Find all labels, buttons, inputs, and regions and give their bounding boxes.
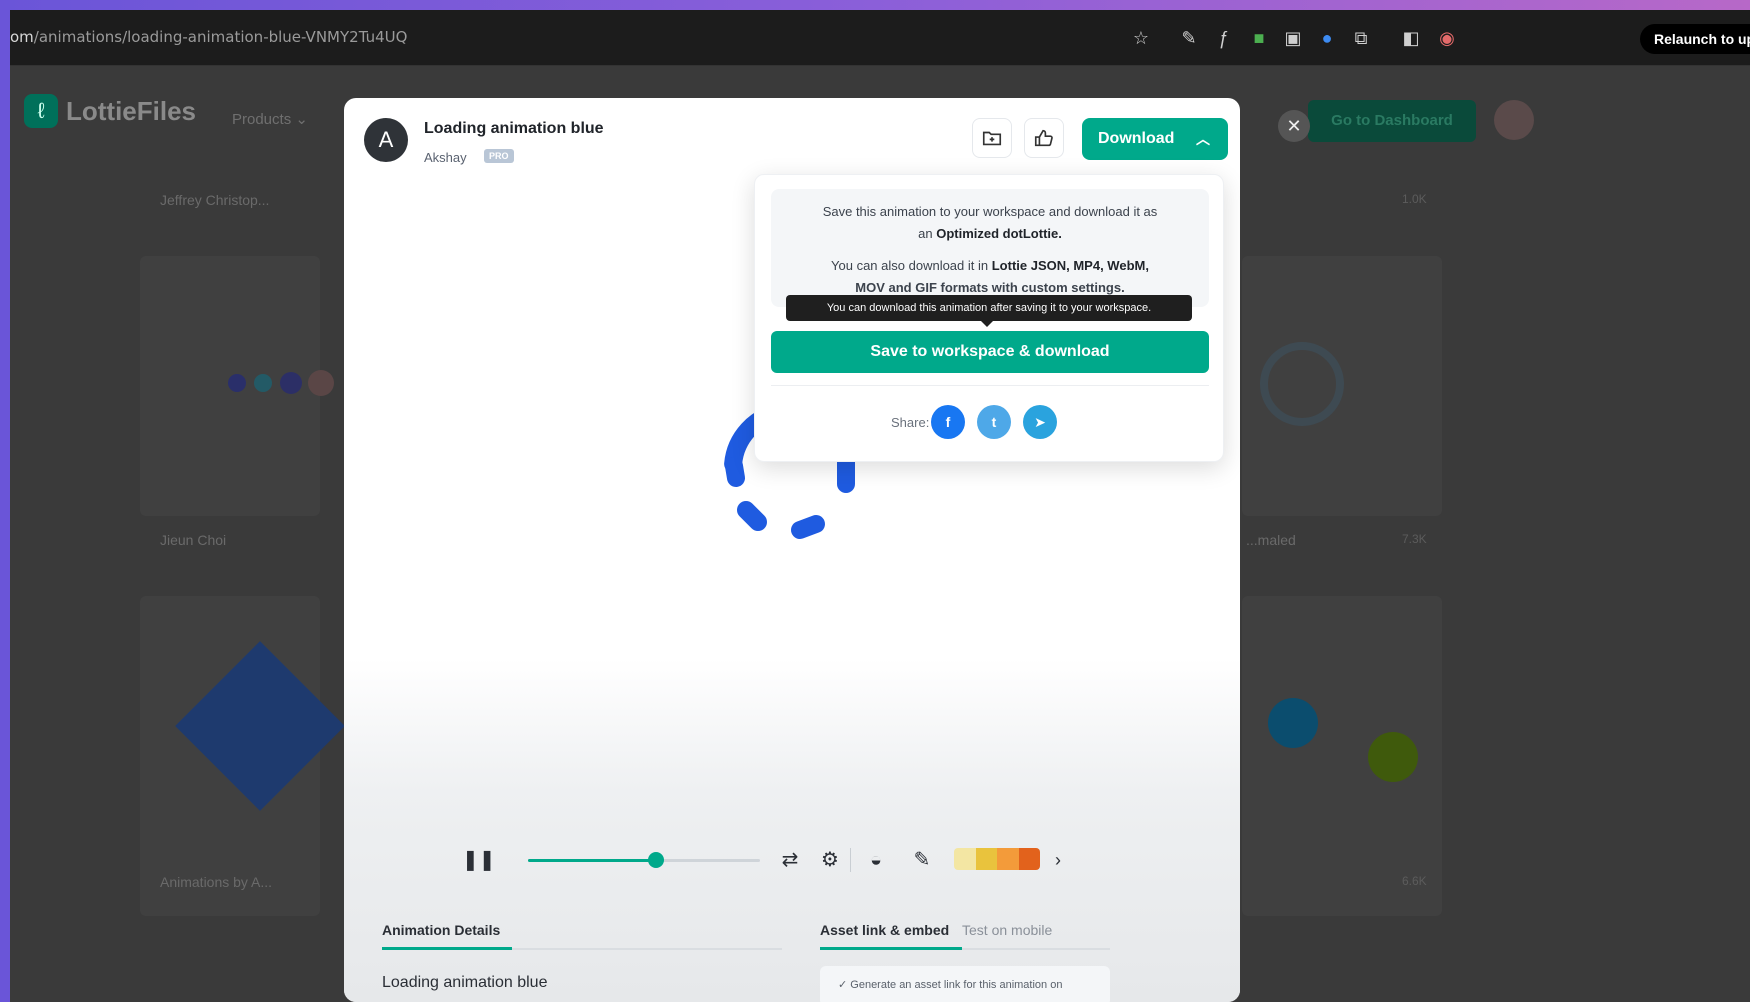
sidebar-toggle-icon[interactable]: ◧ [1400, 27, 1422, 49]
divider [850, 848, 851, 872]
divider [771, 385, 1209, 386]
download-label: Download [1098, 130, 1175, 147]
asset-link-note: ✓ Generate an asset link for this animat… [820, 966, 1110, 1002]
info-line-3-prefix: You can also download it in [831, 258, 992, 273]
nav-products[interactable]: Products ⌄ [232, 110, 308, 128]
like-button[interactable] [1024, 118, 1064, 158]
puzzle-extensions-icon[interactable]: ⧉ [1350, 27, 1372, 49]
user-avatar[interactable] [1494, 100, 1534, 140]
close-modal-button[interactable]: ✕ [1278, 110, 1310, 142]
formula-extension-icon[interactable]: ƒ [1212, 27, 1234, 49]
edit-icon[interactable]: ✎ [908, 846, 936, 874]
bookmark-star-icon[interactable]: ☆ [1130, 27, 1152, 49]
bg-card-stat: 6.6K [1402, 874, 1427, 888]
info-line-2-bold: Optimized dotLottie. [936, 226, 1062, 241]
details-animation-title: Loading animation blue [382, 974, 548, 991]
save-tooltip: You can download this animation after sa… [786, 295, 1192, 327]
bg-card-stat: 7.3K [1402, 532, 1427, 546]
tab-test-on-mobile[interactable]: Test on mobile [962, 922, 1052, 938]
nav-products-label: Products [232, 111, 292, 128]
bg-card-stat: 1.0K [1402, 192, 1427, 206]
address-bar[interactable]: om/animations/loading-animation-blue-VNM… [10, 28, 407, 46]
info-line-3: You can also download it in Lottie JSON,… [785, 255, 1195, 277]
color-swatch[interactable] [1018, 848, 1040, 870]
author-avatar[interactable]: A [364, 118, 408, 162]
loader-segment [737, 501, 767, 531]
info-line-2: an Optimized dotLottie. [785, 223, 1195, 245]
profile-avatar-icon[interactable]: ◉ [1436, 27, 1458, 49]
color-swatch[interactable] [954, 848, 976, 870]
save-to-workspace-download-button[interactable]: Save to workspace & download [771, 331, 1209, 373]
thumbs-up-icon [1034, 129, 1053, 147]
preview-fade [344, 658, 1240, 1002]
twitter-share-icon[interactable]: t [977, 405, 1011, 439]
browser-toolbar: om/animations/loading-animation-blue-VNM… [10, 10, 1750, 66]
pause-icon[interactable]: ❚❚ [462, 846, 496, 874]
bg-dot [308, 370, 334, 396]
telegram-share-icon[interactable]: ➤ [1023, 405, 1057, 439]
background-color-icon[interactable]: ◒ [862, 846, 890, 874]
url-path: /animations/loading-animation-blue-VNMY2… [33, 28, 408, 46]
url-prefix: om [10, 28, 34, 46]
assistant-extension-icon[interactable]: ● [1316, 27, 1338, 49]
pro-badge: PRO [484, 149, 514, 163]
tab-active-indicator [382, 947, 512, 950]
facebook-share-icon[interactable]: f [931, 405, 965, 439]
chevron-right-icon[interactable]: › [1044, 846, 1072, 874]
bg-dot [254, 374, 272, 392]
playback-progress [528, 859, 656, 862]
chevron-up-icon: ︿ [1196, 131, 1210, 147]
loader-arc-left [725, 457, 745, 487]
animation-modal: A Loading animation blue Akshay PRO Down… [344, 98, 1240, 1002]
color-palette[interactable] [954, 848, 1040, 870]
bg-dot [280, 372, 302, 394]
go-to-dashboard-button[interactable]: Go to Dashboard [1308, 100, 1476, 142]
screen: om/animations/loading-animation-blue-VNM… [10, 10, 1750, 1002]
bg-dot [228, 374, 246, 392]
bg-card-author: Jieun Choi [160, 532, 227, 548]
bg-ring [1260, 342, 1344, 426]
save-to-folder-button[interactable] [972, 118, 1012, 158]
animation-title: Loading animation blue [424, 120, 604, 137]
share-label: Share: [891, 415, 930, 430]
tab-asset-link-embed[interactable]: Asset link & embed [820, 922, 949, 938]
shield-extension-icon[interactable]: ■ [1248, 27, 1270, 49]
relaunch-button[interactable]: Relaunch to up [1640, 24, 1750, 54]
info-line-2-prefix: an [918, 226, 937, 241]
loop-icon[interactable]: ⇄ [776, 846, 804, 874]
bg-dot [1268, 698, 1318, 748]
player-controls: ❚❚ ⇄ ⚙ ◒ ✎ › [344, 838, 1240, 882]
author-name[interactable]: Akshay [424, 150, 467, 165]
loader-segment [791, 515, 825, 539]
reader-extension-icon[interactable]: ▣ [1282, 27, 1304, 49]
logo-text: LottieFiles [66, 95, 197, 126]
info-line-1: Save this animation to your workspace an… [822, 204, 1158, 219]
background-page: ℓ LottieFiles Products ⌄ Go to Dashboard… [10, 66, 1750, 1002]
download-dropdown: Save this animation to your workspace an… [754, 174, 1224, 462]
bg-card-author: Animations by A... [160, 874, 273, 890]
pen-extension-icon[interactable]: ✎ [1178, 27, 1200, 49]
bg-dot [1368, 732, 1418, 782]
download-button[interactable]: Download ︿ [1082, 118, 1228, 160]
lottiefiles-logo[interactable]: ℓ LottieFiles [24, 94, 196, 128]
playback-slider[interactable] [528, 852, 760, 868]
download-info-box: Save this animation to your workspace an… [771, 189, 1209, 307]
color-swatch[interactable] [975, 848, 997, 870]
info-line-3-bold: Lottie JSON, MP4, WebM, [991, 258, 1149, 273]
lottiefiles-logo-icon: ℓ [24, 94, 58, 128]
color-swatch[interactable] [997, 848, 1019, 870]
folder-plus-icon [982, 131, 1002, 146]
bg-card-author: ...maled [1246, 532, 1296, 548]
tab-animation-details[interactable]: Animation Details [382, 922, 500, 938]
bg-card-author: Jeffrey Christop... [160, 192, 270, 208]
tab-active-indicator [820, 947, 962, 950]
playback-thumb[interactable] [647, 852, 664, 868]
settings-gear-icon[interactable]: ⚙ [816, 846, 844, 874]
